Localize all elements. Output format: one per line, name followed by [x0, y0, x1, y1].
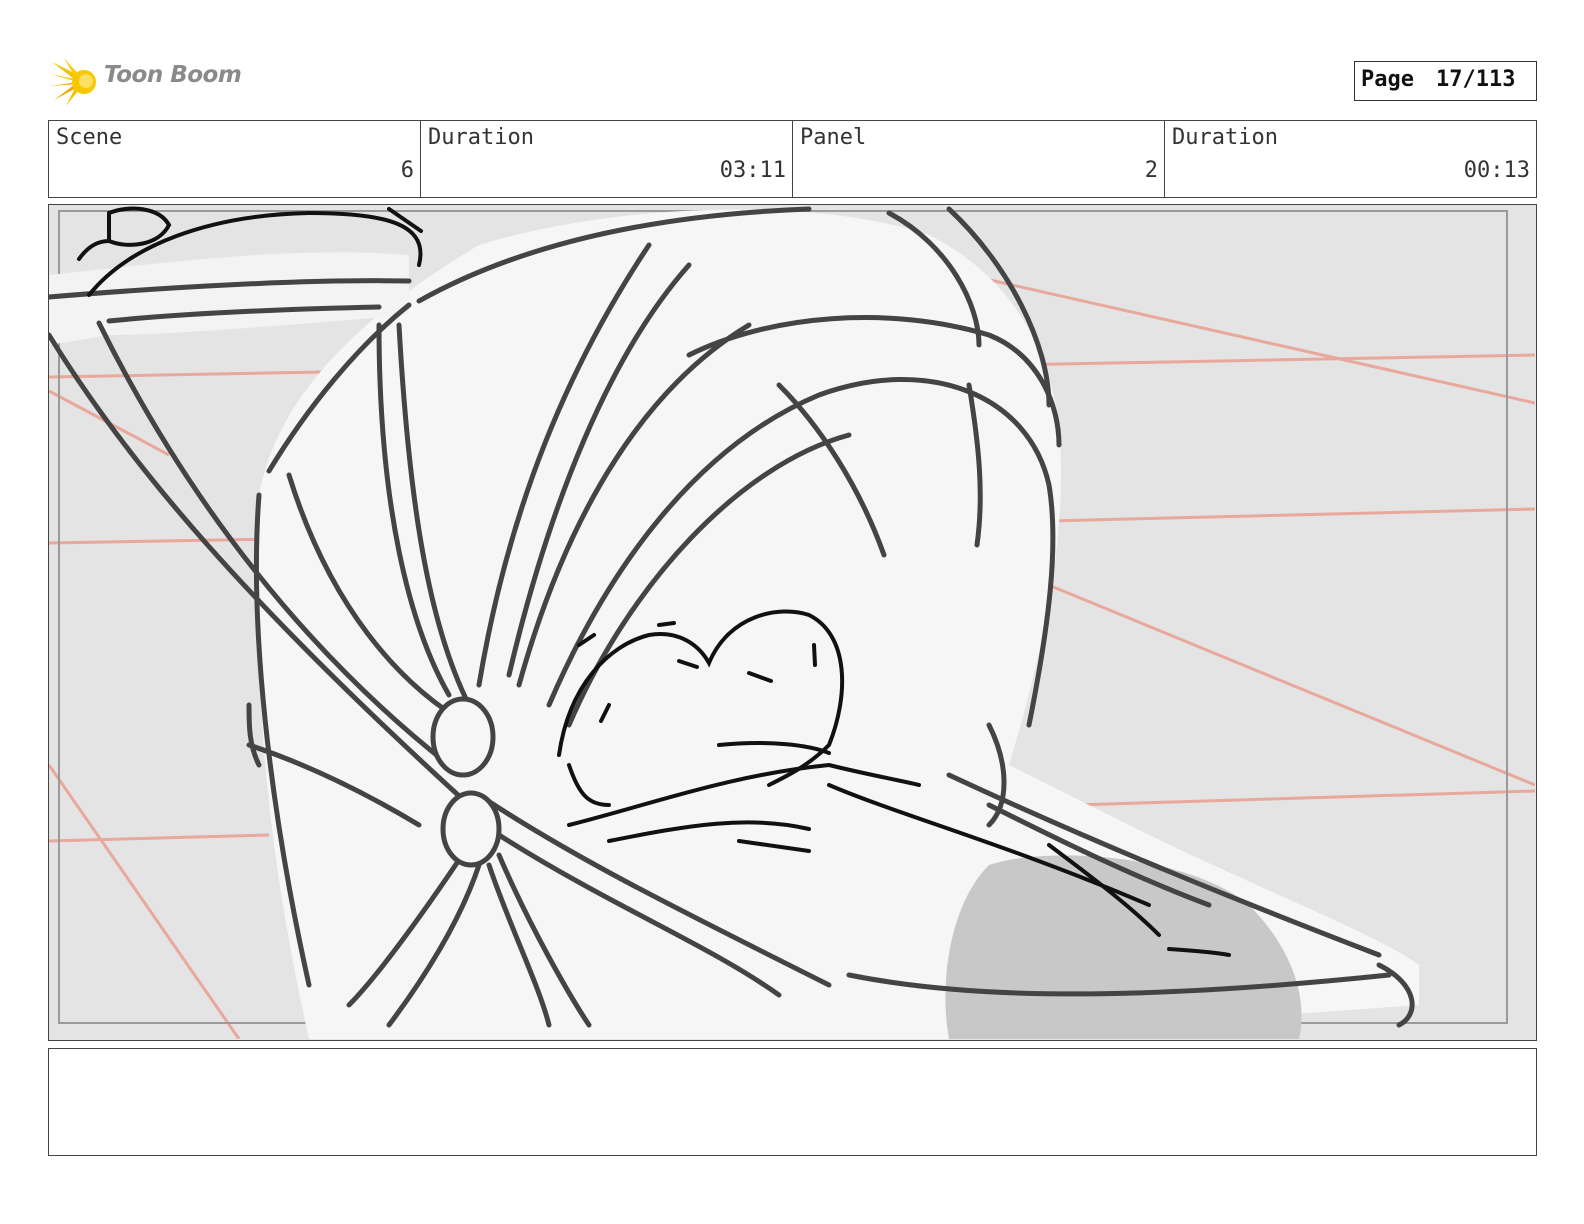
- page-number: 17/113: [1435, 67, 1516, 92]
- brand-name: Toon Boom: [104, 62, 242, 88]
- scene-label: Scene: [56, 125, 123, 150]
- starburst-icon: [50, 58, 96, 106]
- scene-duration-label: Duration: [428, 125, 534, 150]
- panel-duration-label: Duration: [1172, 125, 1278, 150]
- toon-boom-logo: Toon Boom: [50, 56, 250, 108]
- scene-value: 6: [400, 158, 414, 183]
- storyboard-panel-image: [48, 204, 1537, 1041]
- panel-info-header: Scene 6 Duration 03:11 Panel 2 Duration …: [48, 120, 1537, 198]
- panel-cell: Panel 2: [793, 121, 1165, 197]
- stroller-sketch: [49, 205, 1535, 1039]
- panel-value: 2: [1144, 158, 1158, 183]
- panel-notes-box[interactable]: [48, 1048, 1537, 1156]
- panel-duration-value: 00:13: [1463, 158, 1530, 183]
- scene-duration-value: 03:11: [719, 158, 786, 183]
- scene-cell: Scene 6: [49, 121, 421, 197]
- page-indicator: Page 17/113: [1354, 61, 1537, 101]
- panel-label: Panel: [800, 125, 867, 150]
- panel-duration-cell: Duration 00:13: [1165, 121, 1536, 197]
- scene-duration-cell: Duration 03:11: [421, 121, 793, 197]
- page-label: Page: [1361, 67, 1414, 92]
